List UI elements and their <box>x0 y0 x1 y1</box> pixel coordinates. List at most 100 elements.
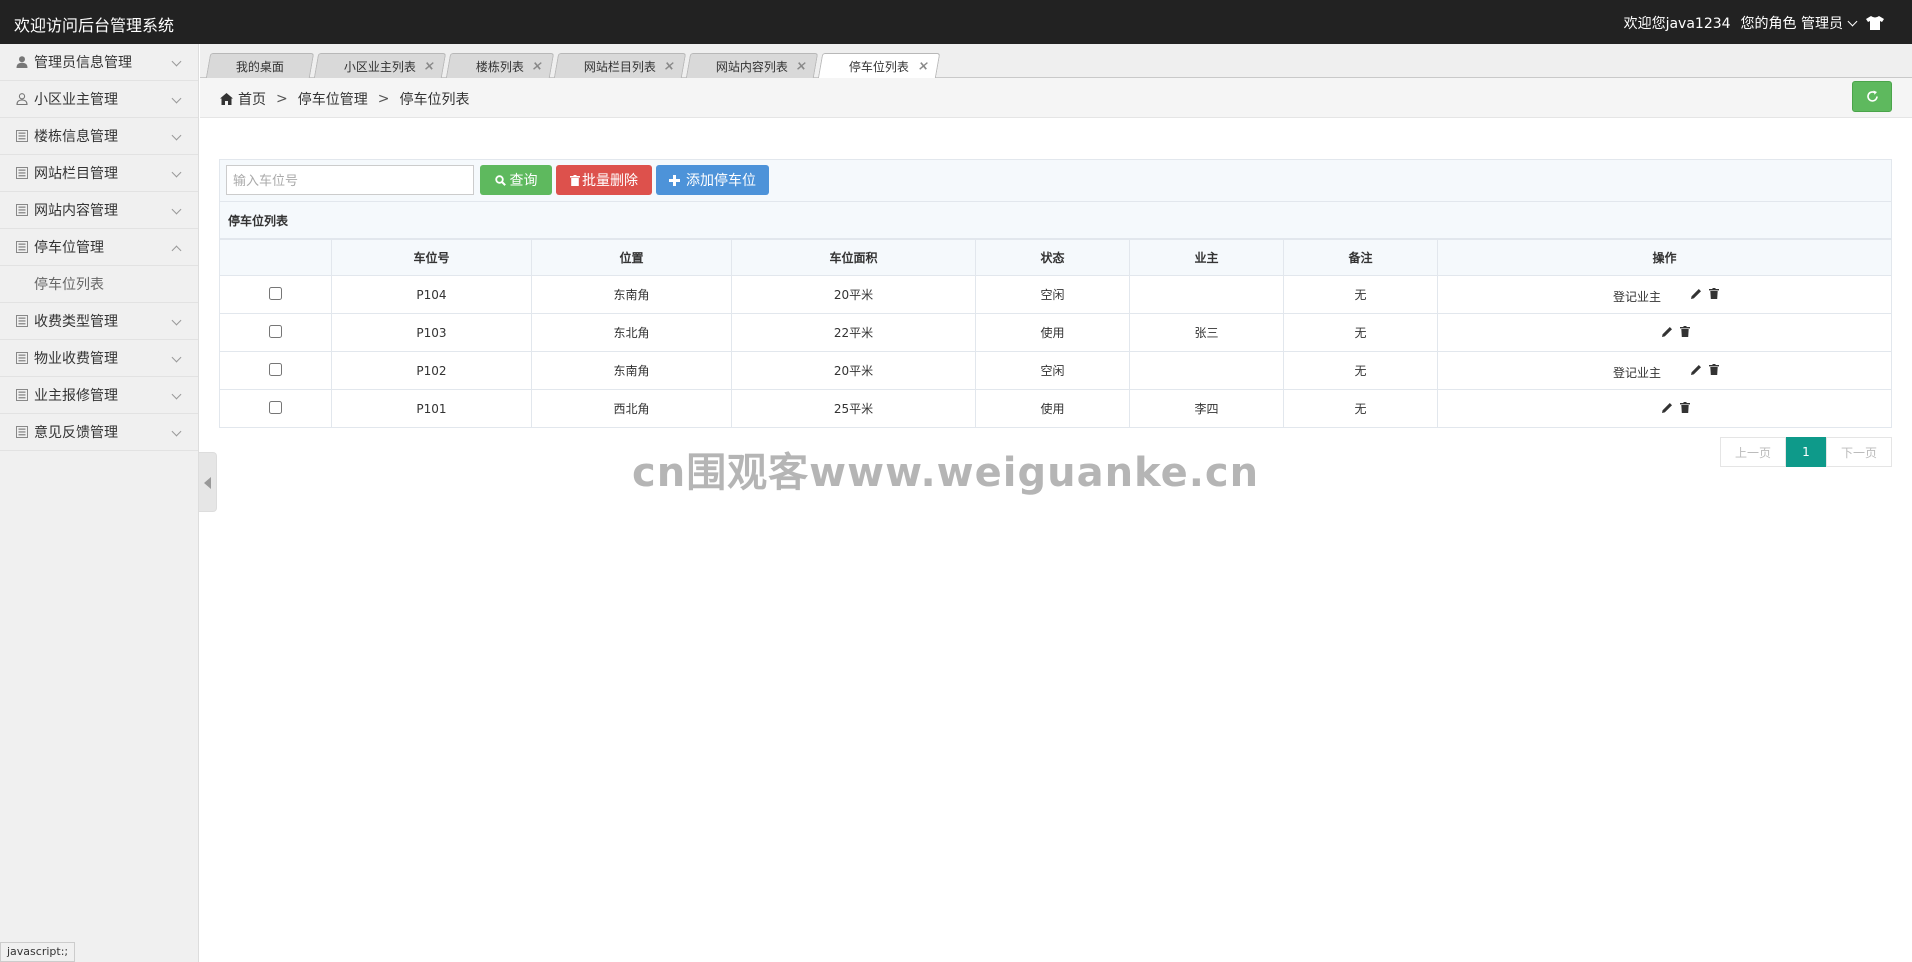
close-icon[interactable]: × <box>663 59 677 74</box>
register-owner-link[interactable]: 登记业主 <box>1613 288 1661 305</box>
cell-actions: 登记业主 <box>1437 275 1892 314</box>
cell-actions: 登记业主 <box>1437 351 1892 390</box>
list-icon <box>16 389 28 401</box>
delete-icon[interactable] <box>1679 402 1691 414</box>
chevron-down-icon <box>171 315 182 326</box>
tab-content-list[interactable]: 网站内容列表 × <box>685 53 819 78</box>
role-dropdown[interactable]: 您的角色 管理员 <box>1740 13 1858 33</box>
tab-owner-list[interactable]: 小区业主列表 × <box>313 53 447 78</box>
user-area: 欢迎您java1234 您的角色 管理员 <box>1614 13 1884 33</box>
tab-my-desktop[interactable]: 我的桌面 <box>205 53 315 78</box>
cell-no: P101 <box>331 389 532 428</box>
welcome-user: 欢迎您java1234 <box>1623 16 1731 32</box>
row-checkbox[interactable] <box>269 362 282 376</box>
cell-location: 东南角 <box>531 351 732 390</box>
batch-delete-button[interactable]: 批量删除 <box>556 165 652 195</box>
cell-location: 西北角 <box>531 389 732 428</box>
list-icon <box>16 204 28 216</box>
prev-page-button[interactable]: 上一页 <box>1720 437 1786 467</box>
parking-no-search-input[interactable] <box>226 165 474 195</box>
sidebar-item-label: 小区业主管理 <box>34 92 118 108</box>
cell-status: 使用 <box>975 389 1130 428</box>
trash-icon <box>570 174 580 186</box>
tab-column-list[interactable]: 网站栏目列表 × <box>553 53 687 78</box>
row-checkbox[interactable] <box>269 286 282 300</box>
row-checkbox[interactable] <box>269 400 282 414</box>
breadcrumb-level1[interactable]: 停车位管理 <box>298 89 368 109</box>
sidebar-item-6[interactable]: 收费类型管理 <box>0 303 198 340</box>
cell-owner <box>1129 275 1284 314</box>
edit-icon[interactable] <box>1661 326 1673 338</box>
pagination: 上一页 1 下一页 <box>1720 437 1892 467</box>
table-body: P104 东南角 20平米 空闲无登记业主 P103 东北角 22平米 使用 张三无 P102 东南… <box>219 275 1892 428</box>
cell-status: 使用 <box>975 313 1130 352</box>
cell-owner: 张三 <box>1129 313 1284 352</box>
sidebar-item-label: 楼栋信息管理 <box>34 129 118 145</box>
chevron-down-icon <box>1847 16 1858 27</box>
sidebar-item-8[interactable]: 业主报修管理 <box>0 377 198 414</box>
home-icon <box>220 93 233 105</box>
breadcrumb-home[interactable]: 首页 <box>238 89 266 109</box>
cell-location: 东南角 <box>531 275 732 314</box>
list-icon <box>16 167 28 179</box>
sidebar-item-label: 收费类型管理 <box>34 314 118 330</box>
delete-icon[interactable] <box>1679 326 1691 338</box>
edit-icon[interactable] <box>1690 364 1702 376</box>
sidebar-item-1[interactable]: 小区业主管理 <box>0 81 198 118</box>
role-label: 您的角色 管理员 <box>1740 16 1843 32</box>
top-bar: 欢迎访问后台管理系统 欢迎您java1234 您的角色 管理员 <box>0 0 1912 44</box>
app-title: 欢迎访问后台管理系统 <box>14 16 175 35</box>
chevron-down-icon <box>171 389 182 400</box>
sidebar-item-label: 管理员信息管理 <box>34 55 132 71</box>
sidebar: 管理员信息管理 小区业主管理 楼栋信息管理网站栏目管理 网站内容管理停车位管理停车位列… <box>0 44 199 962</box>
edit-icon[interactable] <box>1690 288 1702 300</box>
sidebar-item-3[interactable]: 网站栏目管理 <box>0 155 198 192</box>
sidebar-item-2[interactable]: 楼栋信息管理 <box>0 118 198 155</box>
close-icon[interactable]: × <box>795 59 809 74</box>
page-number-button[interactable]: 1 <box>1786 437 1826 467</box>
sidebar-collapse-handle[interactable] <box>199 452 217 512</box>
sidebar-item-label: 停车位管理 <box>34 240 104 256</box>
tab-bar: 我的桌面 小区业主列表 × 楼栋列表 × 网站栏目列表 × 网站内容列表 × 停车位列表… <box>200 44 1912 79</box>
cell-area: 20平米 <box>731 351 976 390</box>
header-actions: 操作 <box>1437 239 1892 276</box>
sidebar-item-0[interactable]: 管理员信息管理 <box>0 44 198 81</box>
next-page-button[interactable]: 下一页 <box>1826 437 1892 467</box>
close-icon[interactable]: × <box>423 59 437 74</box>
row-checkbox[interactable] <box>269 324 282 338</box>
search-icon <box>494 174 506 186</box>
table-row: P104 东南角 20平米 空闲 无 登记业主 <box>219 275 1892 314</box>
table-row: P101 西北角 25平米 使用 李四无 <box>219 389 1892 428</box>
close-icon[interactable]: × <box>531 59 545 74</box>
header-select <box>219 239 332 276</box>
close-icon[interactable]: × <box>917 59 931 74</box>
row-select-cell <box>219 275 332 314</box>
edit-icon[interactable] <box>1661 402 1673 414</box>
cell-actions <box>1437 313 1892 352</box>
chevron-down-icon <box>171 167 182 178</box>
header-area: 车位面积 <box>731 239 976 276</box>
cell-status: 空闲 <box>975 351 1130 390</box>
search-button[interactable]: 查询 <box>480 165 552 195</box>
status-bar-text: javascript:; <box>0 942 76 962</box>
chevron-down-icon <box>171 93 182 104</box>
register-owner-link[interactable]: 登记业主 <box>1613 364 1661 381</box>
tab-parking-list[interactable]: 停车位列表 × <box>817 53 941 79</box>
watermark-text: cn围观客www.weiguanke.cn <box>632 450 1260 496</box>
refresh-icon <box>1867 90 1878 102</box>
header-location: 位置 <box>531 239 732 276</box>
sidebar-item-5[interactable]: 停车位管理 <box>0 229 198 266</box>
sidebar-item-9[interactable]: 意见反馈管理 <box>0 414 198 451</box>
sidebar-item-7[interactable]: 物业收费管理 <box>0 340 198 377</box>
tab-building-list[interactable]: 楼栋列表 × <box>445 53 555 78</box>
list-icon <box>16 426 28 438</box>
theme-shirt-icon[interactable] <box>1866 16 1884 30</box>
sidebar-subitem-parking-list[interactable]: 停车位列表 <box>0 266 198 303</box>
delete-icon[interactable] <box>1708 288 1720 300</box>
list-icon <box>16 315 28 327</box>
delete-icon[interactable] <box>1708 364 1720 376</box>
sidebar-item-4[interactable]: 网站内容管理 <box>0 192 198 229</box>
add-parking-button[interactable]: 添加停车位 <box>656 165 769 195</box>
cell-no: P102 <box>331 351 532 390</box>
refresh-button[interactable] <box>1852 81 1892 112</box>
